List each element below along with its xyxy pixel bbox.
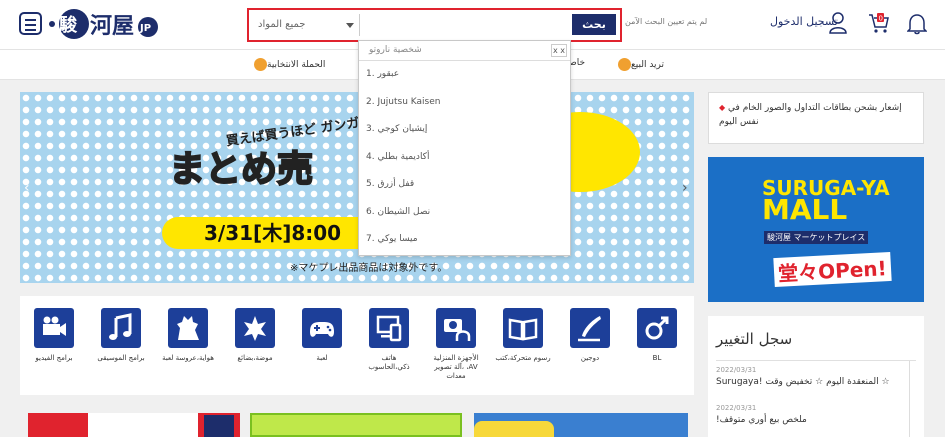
suggestion-item[interactable]: إيشيان كوجي .3	[359, 116, 570, 144]
category-label: برامج الموسيقى	[97, 354, 145, 362]
category-hobby[interactable]: هواية،عروسة لعبة	[160, 308, 216, 363]
nav-item-label: الحملة الانتخابية	[267, 60, 326, 70]
promo-strip-3[interactable]	[474, 413, 688, 437]
banner-date: 3/31[木]8:00	[162, 217, 360, 249]
star-badge-icon	[235, 308, 275, 348]
category-devices[interactable]: هاتف ذكي،الحاسوب	[361, 308, 417, 372]
promo-banner[interactable]: 買えば買うほど ガンガン割引! まとめ売 3/31[木]8:00 ※マケプレ出品…	[20, 92, 694, 283]
suggestion-item[interactable]: نصل الشيطان .6	[359, 199, 570, 227]
search-input[interactable]	[359, 14, 571, 36]
changelog-entry[interactable]: 2022/03/31 !ملخص بيع أوري متوقف	[716, 404, 896, 425]
promo-strip-2[interactable]	[250, 413, 462, 437]
category-fashion[interactable]: موضة،بضائع	[227, 308, 283, 363]
safe-search-hint[interactable]: لم يتم تعيين البحث الآمن	[625, 17, 707, 26]
suggestions-header-text: شخصية ناروتو	[369, 45, 422, 55]
cart-count: 0	[879, 15, 883, 23]
category-label: دوجين	[580, 354, 600, 362]
gamepad-icon	[302, 308, 342, 348]
changelog-date: 2022/03/31	[716, 366, 757, 374]
category-select-value: جميع المواد	[258, 19, 306, 30]
category-bl[interactable]: BL	[629, 308, 685, 363]
mall-title: SURUGA-YA MALL	[762, 177, 890, 226]
nav-item-label: تريد البيع	[631, 60, 665, 70]
svg-text:JP: JP	[139, 23, 151, 34]
category-select[interactable]: جميع المواد	[256, 14, 358, 36]
suggestion-item[interactable]: 2. Jujutsu Kaisen	[359, 89, 570, 117]
search-button[interactable]: بحث	[572, 14, 616, 35]
close-icon[interactable]: x x	[551, 44, 567, 57]
megaphone-icon	[254, 58, 267, 71]
hamburger-menu-icon[interactable]	[19, 12, 42, 35]
suggestion-item[interactable]: ميسا يوكي .7	[359, 226, 570, 254]
mall-title-line2: MALL	[762, 193, 848, 226]
changelog-title: سجل التغيير	[716, 330, 793, 348]
changelog-entry[interactable]: 2022/03/31 Surugaya! المنعقدة اليوم ☆ تخ…	[716, 366, 896, 387]
carousel-prev-icon[interactable]: ‹	[24, 180, 30, 196]
category-label: لعبة	[316, 354, 328, 362]
male-symbol-icon	[637, 308, 677, 348]
search-suggestions: شخصية ناروتو x x عبقور .1 2. Jujutsu Kai…	[358, 40, 571, 256]
category-label: BL	[652, 354, 662, 362]
pen-icon	[570, 308, 610, 348]
suggestion-item[interactable]: أكاديمية بطلي .4	[359, 144, 570, 172]
devices-icon	[369, 308, 409, 348]
bell-icon[interactable]	[907, 13, 927, 35]
chevron-down-icon	[346, 23, 354, 28]
cart-icon[interactable]: 0	[868, 12, 890, 34]
coin-icon	[618, 58, 631, 71]
login-link[interactable]: تسجيل الدخول	[770, 15, 838, 28]
nav-item-campaign[interactable]: الحملة الانتخابية	[250, 58, 325, 71]
monster-icon	[168, 308, 208, 348]
category-label: رسوم متحركة،كتب	[495, 354, 551, 362]
category-music[interactable]: برامج الموسيقى	[93, 308, 149, 363]
suggestion-item[interactable]: عبقور .1	[359, 61, 570, 89]
category-label: الأجهزة المنزلية ،آلة تصوير ،AV معدات	[433, 354, 479, 380]
suggestions-header: شخصية ناروتو x x	[359, 41, 570, 61]
changelog-text: !ملخص بيع أوري متوقف	[716, 415, 807, 425]
notice-box[interactable]: ◆ إشعار بشحن بطاقات التداول والصور الخام…	[708, 92, 924, 144]
suruga-mall-banner[interactable]: SURUGA-YA MALL 駿河屋 マーケットプレイス 堂々OPen!	[708, 157, 924, 302]
user-icon[interactable]	[829, 12, 847, 34]
category-label: برامج الفيديو	[35, 354, 73, 362]
camera-headphones-icon	[436, 308, 476, 348]
changelog-panel: سجل التغيير 2022/03/31 Surugaya! المنعقد…	[708, 316, 924, 437]
carousel-next-icon[interactable]: ›	[682, 180, 688, 196]
mall-subtitle: 駿河屋 マーケットプレイス	[764, 231, 869, 244]
category-grid: برامج الفيديو برامج الموسيقى هواية،عروسة…	[20, 296, 694, 395]
divider	[716, 360, 916, 361]
category-label: هاتف ذكي،الحاسوب	[368, 354, 410, 371]
category-label: موضة،بضائع	[237, 354, 273, 362]
mall-open-text: 堂々OPen!	[773, 251, 892, 288]
notice-text: إشعار بشحن بطاقات التداول والصور الخام ف…	[719, 103, 902, 127]
category-appliances[interactable]: الأجهزة المنزلية ،آلة تصوير ،AV معدات	[428, 308, 484, 381]
category-game[interactable]: لعبة	[294, 308, 350, 363]
category-anime-books[interactable]: رسوم متحركة،كتب	[495, 308, 551, 363]
nav-item-sell[interactable]: تريد البيع	[614, 58, 664, 71]
banner-note: ※マケプレ出品商品は対象外です。	[290, 263, 448, 274]
banner-headline: まとめ売	[168, 148, 314, 191]
svg-text:河屋: 河屋	[90, 14, 134, 39]
category-doujin[interactable]: دوجين	[562, 308, 618, 363]
changelog-scrollbar[interactable]	[909, 361, 917, 437]
music-note-icon	[101, 308, 141, 348]
changelog-date: 2022/03/31	[716, 404, 757, 412]
category-video[interactable]: برامج الفيديو	[26, 308, 82, 363]
book-icon	[503, 308, 543, 348]
video-camera-icon	[34, 308, 74, 348]
svg-text:駿: 駿	[59, 14, 78, 36]
promo-strip-1[interactable]	[28, 413, 240, 437]
notice-bullet-icon: ◆	[719, 103, 726, 112]
changelog-text: Surugaya! المنعقدة اليوم ☆ تخفيض وقت ☆	[716, 377, 890, 387]
surugaya-logo[interactable]: 駿 河屋 JP	[48, 7, 160, 41]
suggestion-item[interactable]: قفل أزرق .5	[359, 171, 570, 199]
category-label: هواية،عروسة لعبة	[162, 354, 214, 362]
